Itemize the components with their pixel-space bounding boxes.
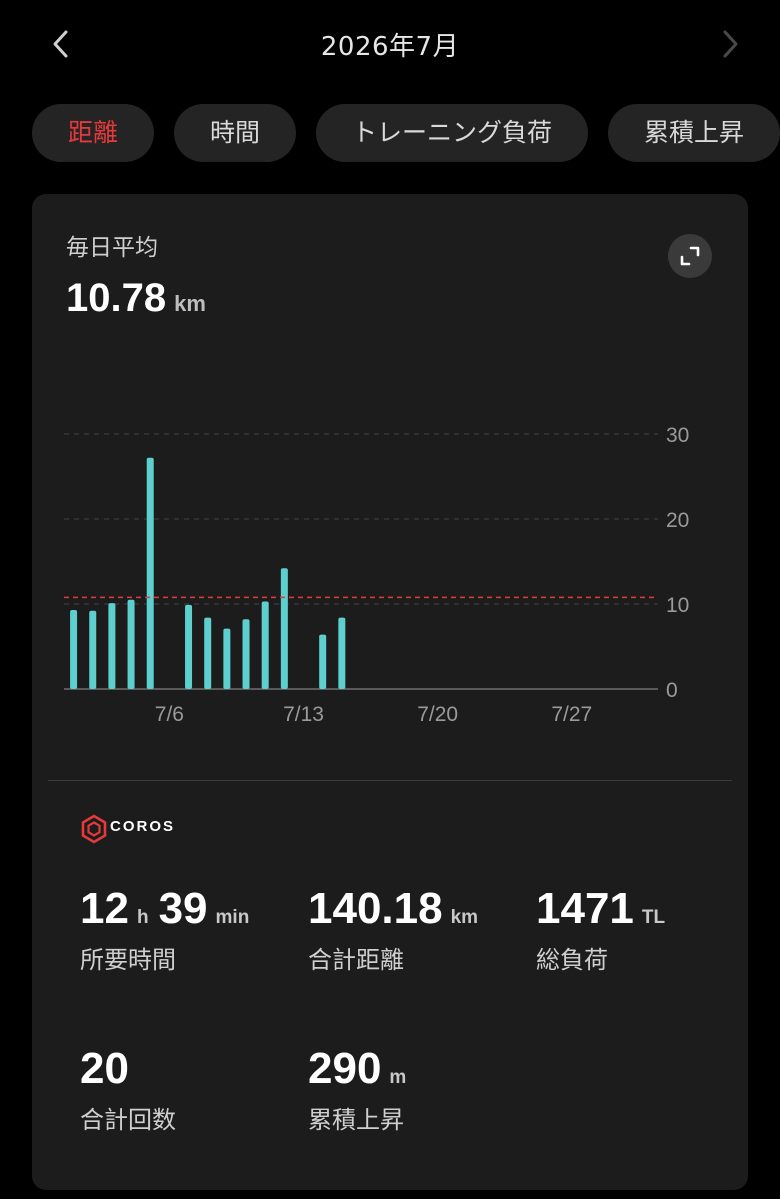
stat-total-count: 20 合計回数 bbox=[80, 1044, 176, 1135]
chevron-right-icon[interactable] bbox=[712, 26, 748, 62]
coros-logo-icon bbox=[81, 814, 107, 844]
daily-average-unit: km bbox=[174, 291, 206, 316]
header: 2026年7月 bbox=[0, 0, 780, 90]
tab-training-load[interactable]: トレーニング負荷 bbox=[316, 104, 589, 162]
y-tick-label: 20 bbox=[666, 509, 689, 532]
daily-average-value: 10.78 km bbox=[66, 276, 206, 321]
stat-duration: 12 h 39 min 所要時間 bbox=[80, 884, 259, 975]
bar-day-14 bbox=[319, 634, 327, 689]
stat-total-load: 1471 TL 総負荷 bbox=[536, 884, 675, 975]
x-tick-label: 7/6 bbox=[155, 703, 184, 726]
stat-total-distance: 140.18 km 合計距離 bbox=[308, 884, 488, 975]
coros-logo-text: COROS bbox=[110, 818, 176, 835]
stat-total-distance-unit: km bbox=[450, 907, 479, 928]
bar-day-5 bbox=[146, 457, 154, 689]
x-tick-label: 7/20 bbox=[417, 703, 458, 726]
bar-day-1 bbox=[70, 609, 78, 689]
stat-duration-minutes: 39 bbox=[158, 884, 208, 933]
stats-card: 毎日平均 10.78 km 0 10 20 30 7/6 7/13 7/20 7/27 CORO… bbox=[32, 194, 748, 1190]
bar-day-2 bbox=[89, 610, 97, 689]
tab-distance[interactable]: 距離 bbox=[32, 104, 155, 162]
tab-elevation-gain[interactable]: 累積上昇 bbox=[608, 104, 780, 162]
bar-day-12 bbox=[280, 568, 288, 689]
stat-total-distance-value: 140.18 km bbox=[308, 884, 488, 934]
bar-day-10 bbox=[242, 619, 250, 689]
stat-total-count-number: 20 bbox=[80, 1044, 129, 1093]
x-tick-label: 7/13 bbox=[283, 703, 324, 726]
stat-elevation-gain-number: 290 bbox=[308, 1044, 382, 1093]
bar-day-9 bbox=[223, 628, 231, 689]
stat-total-load-unit: TL bbox=[641, 907, 666, 928]
stat-duration-value: 12 h 39 min bbox=[80, 884, 259, 934]
month-title: 2026年7月 bbox=[320, 32, 460, 62]
stat-elevation-gain-value: 290 m bbox=[308, 1044, 416, 1094]
coros-logo: COROS bbox=[80, 814, 173, 844]
stat-duration-label: 所要時間 bbox=[80, 946, 176, 974]
expand-icon[interactable] bbox=[668, 234, 712, 278]
metric-tabs: 距離 時間 トレーニング負荷 累積上昇 bbox=[32, 104, 780, 162]
stat-total-count-value: 20 bbox=[80, 1044, 176, 1094]
bar-day-15 bbox=[338, 617, 346, 689]
y-tick-label: 10 bbox=[666, 594, 689, 617]
stat-total-load-label: 総負荷 bbox=[536, 946, 608, 974]
stat-total-distance-label: 合計距離 bbox=[308, 946, 404, 974]
bar-day-8 bbox=[204, 617, 212, 689]
y-tick-label: 30 bbox=[666, 424, 689, 447]
divider bbox=[48, 780, 732, 781]
bar-day-7 bbox=[185, 604, 193, 689]
stat-elevation-gain: 290 m 累積上昇 bbox=[308, 1044, 416, 1135]
distance-bar-chart: 0 10 20 30 7/6 7/13 7/20 7/27 bbox=[64, 424, 689, 726]
stat-duration-hours-unit: h bbox=[136, 907, 149, 928]
stat-total-load-value: 1471 TL bbox=[536, 884, 675, 934]
bar-day-4 bbox=[127, 599, 135, 689]
bar-day-11 bbox=[261, 601, 269, 689]
stat-total-distance-number: 140.18 bbox=[308, 884, 443, 933]
stat-duration-minutes-unit: min bbox=[215, 907, 250, 928]
stat-duration-hours: 12 bbox=[80, 884, 129, 933]
x-tick-label: 7/27 bbox=[551, 703, 592, 726]
stat-total-load-number: 1471 bbox=[536, 884, 634, 933]
daily-average-number: 10.78 bbox=[66, 276, 167, 320]
tab-time[interactable]: 時間 bbox=[174, 104, 297, 162]
stat-elevation-gain-label: 累積上昇 bbox=[308, 1106, 404, 1134]
y-tick-label: 0 bbox=[666, 679, 678, 702]
stat-elevation-gain-unit: m bbox=[389, 1067, 407, 1088]
bar-day-3 bbox=[108, 603, 116, 689]
daily-average-label: 毎日平均 bbox=[66, 235, 158, 261]
stat-total-count-label: 合計回数 bbox=[80, 1106, 176, 1134]
